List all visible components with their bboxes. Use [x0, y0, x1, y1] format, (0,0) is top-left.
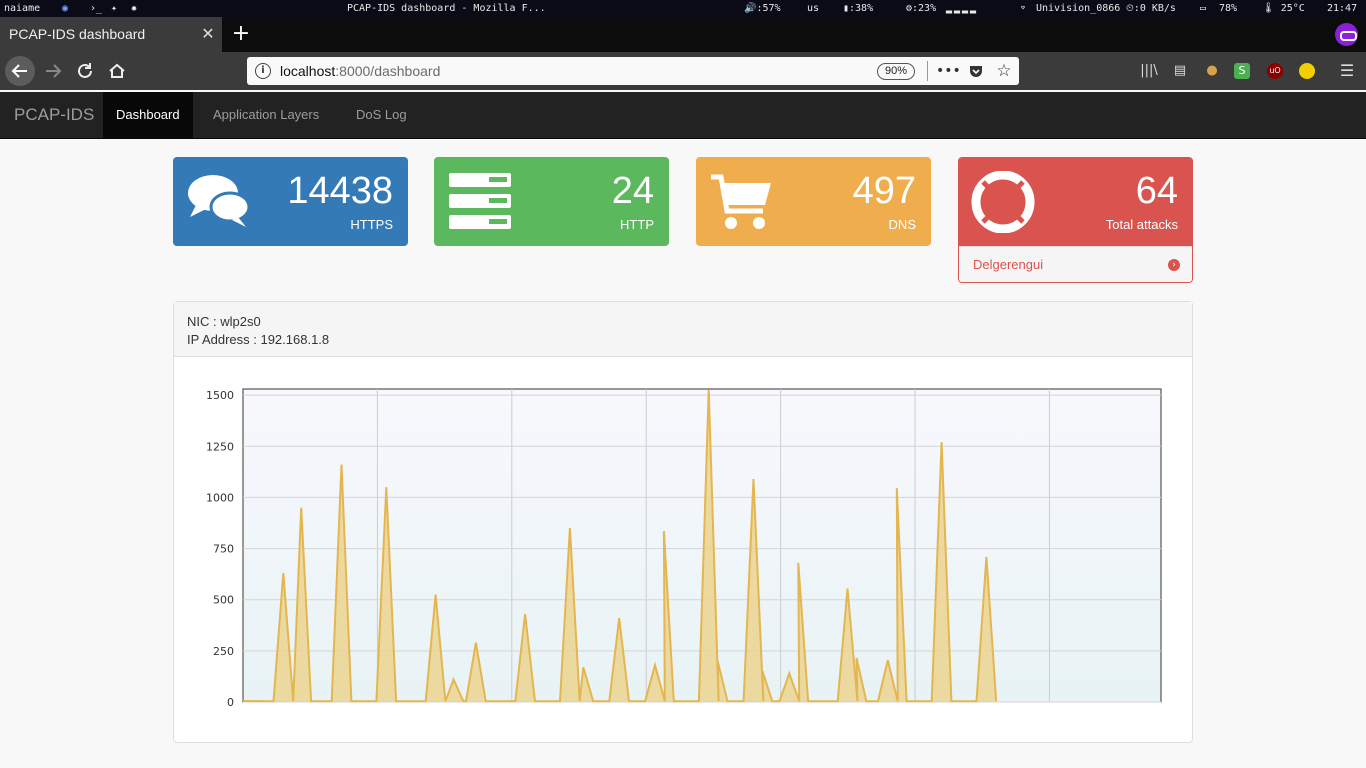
close-tab-icon[interactable]: ✕ [199, 17, 217, 52]
pocket-icon[interactable] [964, 57, 988, 85]
traffic-chart-panel: NIC : wlp2s0 IP Address : 192.168.1.8 15… [173, 301, 1193, 743]
bookmark-star-icon[interactable]: ☆ [992, 57, 1016, 85]
https-label: HTTPS [350, 217, 393, 232]
window-title: PCAP-IDS dashboard - Mozilla F... [347, 3, 546, 14]
url-separator [927, 61, 928, 81]
nav-item-dos-log[interactable]: DoS Log [343, 92, 420, 138]
comments-icon [188, 175, 251, 227]
y-tick-label: 1250 [206, 440, 234, 453]
url-text[interactable]: localhost:8000/dashboard [280, 57, 440, 85]
http-count: 24 [611, 170, 654, 212]
temp-indicator: 🌡 25°C [1262, 3, 1305, 14]
dns-count: 497 [852, 170, 916, 212]
browser-tab[interactable]: PCAP-IDS dashboard ✕ [0, 17, 222, 52]
volume-indicator: 🔊:57% [744, 3, 781, 14]
forward-arrow-icon [46, 64, 62, 78]
cpu-indicator: ⚙:23% [906, 3, 937, 14]
browser-tab-strip: PCAP-IDS dashboard ✕ + [0, 17, 1366, 52]
back-arrow-icon [11, 64, 27, 78]
net-speed-indicator: ⏲:0 KB/s [1126, 3, 1176, 14]
y-tick-label: 250 [213, 645, 234, 658]
battery-icon: ▭ [1200, 3, 1207, 14]
back-button[interactable] [5, 56, 35, 86]
y-tick-label: 1000 [206, 491, 234, 504]
attacks-count: 64 [1135, 170, 1178, 212]
details-link-text: Delgerengui [973, 257, 1044, 272]
hamburger-menu-icon[interactable]: ☰ [1337, 61, 1357, 81]
keyboard-indicator: us [807, 3, 820, 14]
nav-item-application-layers[interactable]: Application Layers [200, 92, 332, 138]
ublock-extension-icon[interactable]: uO [1267, 63, 1283, 79]
terminal-icon[interactable]: ›_ [90, 0, 102, 17]
system-status-bar: naiame ◉ ›_ ✦ ✹ PCAP-IDS dashboard - Moz… [0, 0, 1366, 17]
http-label: HTTP [620, 217, 654, 232]
tab-title: PCAP-IDS dashboard [9, 26, 146, 42]
attacks-stat-panel: 64 Total attacks Delgerengui › [958, 157, 1193, 283]
zoom-level-badge[interactable]: 90% [877, 63, 915, 80]
private-browsing-icon [1335, 23, 1358, 46]
dns-stat-panel: 497 DNS [696, 157, 931, 246]
wifi-indicator: Univision_0866 [1036, 3, 1121, 14]
battery-indicator: 78% [1219, 3, 1238, 14]
http-stat-panel: 24 HTTP [434, 157, 669, 246]
forward-button[interactable] [38, 56, 68, 86]
https-count: 14438 [287, 170, 393, 212]
browser-toolbar: i localhost:8000/dashboard 90% ••• ☆ |||… [0, 52, 1366, 90]
brand-link[interactable]: PCAP-IDS [14, 92, 94, 138]
extension-icon[interactable] [1299, 63, 1315, 79]
y-tick-label: 0 [227, 696, 234, 709]
traffic-area-chart: 1500 1250 1000 750 500 250 0 [206, 388, 1162, 709]
address-bar[interactable]: i localhost:8000/dashboard 90% ••• ☆ [247, 57, 1019, 85]
home-button[interactable] [102, 56, 132, 86]
attacks-details-link[interactable]: Delgerengui › [959, 246, 1192, 282]
app-icon[interactable]: ✦ [111, 0, 117, 17]
y-tick-label: 500 [213, 594, 234, 607]
library-icon[interactable]: |||\ [1139, 61, 1159, 81]
cookie-extension-icon[interactable]: ● [1202, 61, 1222, 81]
home-icon [109, 63, 125, 78]
nav-item-dashboard[interactable]: Dashboard [103, 92, 193, 138]
page-actions-icon[interactable]: ••• [936, 57, 961, 85]
circle-arrow-right-icon: › [1168, 259, 1180, 271]
https-stat-panel: 14438 HTTPS [173, 157, 408, 246]
clock: 21:47 [1327, 3, 1358, 14]
settings-icon[interactable]: ✹ [131, 0, 137, 17]
reload-icon [78, 63, 92, 78]
workspace-user: naiame [4, 3, 41, 14]
server-icon [449, 173, 511, 229]
memory-indicator: ▮:38% [843, 3, 874, 14]
site-info-icon[interactable]: i [255, 63, 271, 79]
y-tick-label: 750 [213, 543, 234, 556]
cpu-graph-icon: ▂▂▂▂ [946, 3, 979, 14]
stylus-extension-icon[interactable]: S [1234, 63, 1250, 79]
nic-name: NIC : wlp2s0 [187, 314, 261, 329]
sidebar-icon[interactable]: ▤ [1170, 61, 1190, 81]
life-ring-icon [971, 171, 1035, 233]
y-tick-label: 1500 [206, 389, 234, 402]
reload-button[interactable] [70, 56, 100, 86]
wifi-icon: ⌔ [1020, 3, 1027, 14]
app-navbar: PCAP-IDS Dashboard Application Layers Do… [0, 92, 1366, 139]
attacks-label: Total attacks [1105, 217, 1178, 232]
dns-label: DNS [888, 217, 916, 232]
ip-address: IP Address : 192.168.1.8 [187, 332, 330, 347]
interface-info: NIC : wlp2s0 IP Address : 192.168.1.8 [174, 302, 1192, 357]
shopping-cart-icon [711, 174, 771, 229]
firefox-icon[interactable]: ◉ [62, 0, 68, 17]
new-tab-button[interactable]: + [230, 17, 252, 52]
